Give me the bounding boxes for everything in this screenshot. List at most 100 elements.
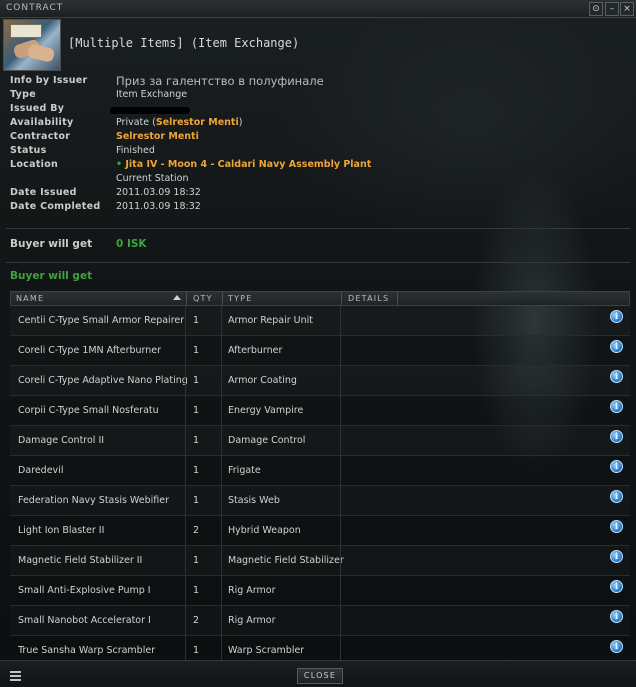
table-row[interactable]: Coreli C-Type Adaptive Nano Plating 1 Armo… <box>10 366 630 396</box>
item-type: Magnetic Field Stabilizer <box>228 555 344 566</box>
item-name: Corpii C-Type Small Nosferatu <box>18 405 159 416</box>
status-label: Status <box>10 145 47 156</box>
item-qty: 1 <box>193 645 200 656</box>
item-type: Stasis Web <box>228 495 280 506</box>
contractor-link[interactable]: Selrestor Menti <box>116 131 199 142</box>
table-row[interactable]: Light Ion Blaster II 2 Hybrid Weapon i <box>10 516 630 546</box>
info-icon[interactable]: i <box>610 520 623 533</box>
table-header: NAME QTY TYPE DETAILS <box>10 291 630 306</box>
item-type: Armor Coating <box>228 375 297 386</box>
contract-window: CONTRACT ⊙ – × [Multiple Items] (Item Ex… <box>0 0 636 687</box>
sort-ascending-icon <box>173 295 181 300</box>
info-icon[interactable]: i <box>610 580 623 593</box>
item-type: Rig Armor <box>228 585 276 596</box>
table-row[interactable]: Coreli C-Type 1MN Afterburner 1 Afterburne… <box>10 336 630 366</box>
item-type: Armor Repair Unit <box>228 315 314 326</box>
date-completed-value: 2011.03.09 18:32 <box>116 201 201 212</box>
menu-icon[interactable] <box>10 671 21 681</box>
item-name: Federation Navy Stasis Webifier <box>18 495 170 506</box>
redacted-issuer <box>110 107 190 114</box>
item-name: Coreli C-Type Adaptive Nano Plating <box>18 375 188 386</box>
close-button[interactable]: CLOSE <box>297 668 343 684</box>
date-issued-value: 2011.03.09 18:32 <box>116 187 201 198</box>
item-name: Light Ion Blaster II <box>18 525 105 536</box>
status-value: Finished <box>116 145 155 156</box>
item-qty: 1 <box>193 345 200 356</box>
col-details-header[interactable]: DETAILS <box>348 294 389 303</box>
table-row[interactable]: Small Nanobot Accelerator I 2 Rig Armor i <box>10 606 630 636</box>
item-qty: 1 <box>193 405 200 416</box>
item-name: Magnetic Field Stabilizer II <box>18 555 143 566</box>
col-type-header[interactable]: TYPE <box>228 294 252 303</box>
item-type: Frigate <box>228 465 261 476</box>
item-name: Small Nanobot Accelerator I <box>18 615 151 626</box>
info-icon[interactable]: i <box>610 490 623 503</box>
item-qty: 1 <box>193 435 200 446</box>
item-type: Damage Control <box>228 435 306 446</box>
item-qty: 1 <box>193 495 200 506</box>
divider <box>6 228 630 229</box>
minimize-icon[interactable]: ⊙ <box>589 2 603 16</box>
date-completed-label: Date Completed <box>10 201 101 212</box>
contractor-label: Contractor <box>10 131 71 142</box>
item-name: Small Anti-Explosive Pump I <box>18 585 151 596</box>
location-note: Current Station <box>116 173 189 184</box>
contract-icon <box>3 19 61 71</box>
item-qty: 1 <box>193 315 200 326</box>
window-title: CONTRACT <box>6 3 64 13</box>
item-name: Daredevil <box>18 465 64 476</box>
info-icon[interactable]: i <box>610 340 623 353</box>
info-by-issuer-value: Приз за галентство в полуфинале <box>116 74 324 88</box>
info-icon[interactable]: i <box>610 400 623 413</box>
info-icon[interactable]: i <box>610 550 623 563</box>
table-row[interactable]: Daredevil 1 Frigate i <box>10 456 630 486</box>
type-value: Item Exchange <box>116 89 188 100</box>
item-qty: 1 <box>193 555 200 566</box>
items-heading: Buyer will get <box>10 270 93 282</box>
issued-by-label: Issued By <box>10 103 65 114</box>
info-icon[interactable]: i <box>610 310 623 323</box>
table-row[interactable]: Corpii C-Type Small Nosferatu 1 Energy Vam… <box>10 396 630 426</box>
collapse-icon[interactable]: – <box>605 2 619 16</box>
divider <box>6 262 630 263</box>
col-name-header[interactable]: NAME <box>16 294 44 303</box>
item-qty: 1 <box>193 465 200 476</box>
item-qty: 2 <box>193 615 200 626</box>
location-label: Location <box>10 159 59 170</box>
item-type: Rig Armor <box>228 615 276 626</box>
info-icon[interactable]: i <box>610 460 623 473</box>
item-name: Centii C-Type Small Armor Repairer <box>18 315 185 326</box>
item-type: Hybrid Weapon <box>228 525 301 536</box>
col-qty-header[interactable]: QTY <box>193 294 213 303</box>
availability-value: Private (Selrestor Menti) <box>116 117 243 128</box>
table-row[interactable]: Federation Navy Stasis Webifier 1 Stasis W… <box>10 486 630 516</box>
item-qty: 2 <box>193 525 200 536</box>
info-icon[interactable]: i <box>610 370 623 383</box>
availability-name-link[interactable]: Selrestor Menti <box>156 117 239 128</box>
location-link[interactable]: • Jita IV - Moon 4 - Caldari Navy Assemb… <box>116 159 371 170</box>
table-body: Centii C-Type Small Armor Repairer 1 Armor… <box>10 306 630 666</box>
item-type: Energy Vampire <box>228 405 304 416</box>
close-icon[interactable]: × <box>620 2 634 16</box>
item-qty: 1 <box>193 375 200 386</box>
item-name: Damage Control II <box>18 435 105 446</box>
availability-label: Availability <box>10 117 74 128</box>
item-type: Afterburner <box>228 345 283 356</box>
info-icon[interactable]: i <box>610 430 623 443</box>
info-icon[interactable]: i <box>610 610 623 623</box>
table-row[interactable]: Small Anti-Explosive Pump I 1 Rig Armor i <box>10 576 630 606</box>
info-icon[interactable]: i <box>610 640 623 653</box>
item-name: True Sansha Warp Scrambler <box>18 645 156 656</box>
date-issued-label: Date Issued <box>10 187 77 198</box>
table-row[interactable]: Damage Control II 1 Damage Control i <box>10 426 630 456</box>
title-bar[interactable]: CONTRACT ⊙ – × <box>0 0 636 18</box>
info-by-issuer-label: Info by Issuer <box>10 75 88 86</box>
item-qty: 1 <box>193 585 200 596</box>
contract-info: Info by Issuer Приз за галентство в полуф… <box>10 74 610 214</box>
type-label: Type <box>10 89 36 100</box>
isk-value: 0 ISK <box>116 238 147 250</box>
contract-heading: [Multiple Items] (Item Exchange) <box>68 36 300 50</box>
table-row[interactable]: Magnetic Field Stabilizer II 1 Magnetic Fi… <box>10 546 630 576</box>
table-row[interactable]: Centii C-Type Small Armor Repairer 1 Armor… <box>10 306 630 336</box>
items-table: NAME QTY TYPE DETAILS Centii C-Type Smal… <box>10 291 630 666</box>
